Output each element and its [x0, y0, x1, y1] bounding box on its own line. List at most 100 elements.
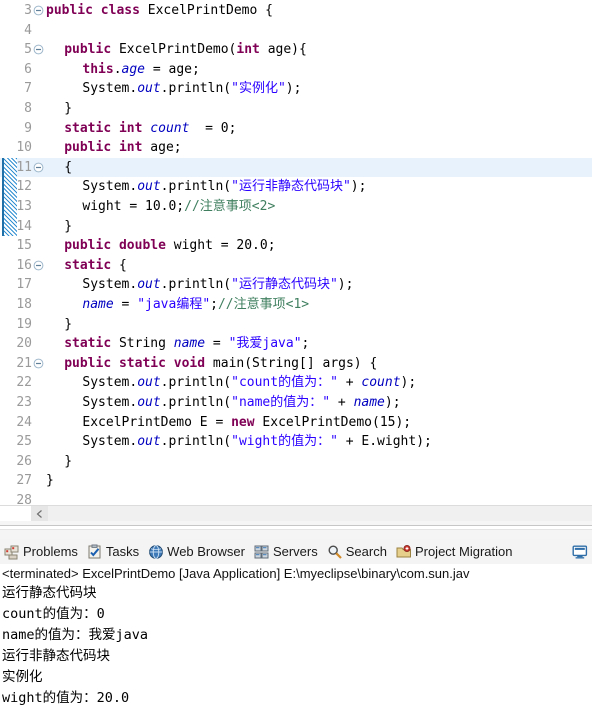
line-gutter[interactable]: 17 — [0, 275, 46, 295]
fold-collapse-icon[interactable] — [33, 5, 44, 16]
code-line[interactable]: 16 static { — [0, 256, 592, 276]
code-line[interactable]: 18 name = "java编程";//注意事项<1> — [0, 295, 592, 315]
code-line[interactable]: 6 this.age = age; — [0, 60, 592, 80]
fold-collapse-icon[interactable] — [33, 162, 44, 173]
fold-collapse-icon[interactable] — [33, 358, 44, 369]
view-tab-problems[interactable]: Problems — [0, 539, 83, 564]
fold-collapse-icon[interactable] — [33, 44, 44, 55]
code-text[interactable]: public double wight = 20.0; — [46, 236, 275, 256]
code-token: static — [64, 120, 112, 136]
code-text[interactable]: static String name = "我爱java"; — [46, 334, 309, 354]
code-text[interactable]: } — [46, 471, 54, 491]
code-line[interactable]: 24 ExcelPrintDemo E = new ExcelPrintDemo(… — [0, 413, 592, 433]
line-gutter[interactable]: 6 — [0, 60, 46, 80]
code-line[interactable]: 8} — [0, 99, 592, 119]
line-number: 28 — [16, 493, 32, 508]
code-line[interactable]: 9 static int count = 0; — [0, 119, 592, 139]
editor-horizontal-scrollbar[interactable] — [0, 505, 592, 521]
line-gutter[interactable]: 22 — [0, 373, 46, 393]
console-icon[interactable] — [570, 539, 590, 564]
code-text[interactable]: } — [46, 315, 72, 335]
bottom-view-tab-bar[interactable]: Problems Tasks Web Browser Servers Search Pro… — [0, 539, 592, 565]
code-token: main(String[] args) { — [205, 355, 378, 371]
line-gutter[interactable]: 26 — [0, 452, 46, 472]
code-text[interactable]: public static void main(String[] args) { — [46, 354, 377, 374]
line-gutter[interactable]: 19 — [0, 315, 46, 335]
console-view[interactable]: <terminated> ExcelPrintDemo [Java Applic… — [0, 564, 592, 718]
view-tab-web-browser[interactable]: Web Browser — [144, 539, 250, 564]
view-tab-project-migration[interactable]: Project Migration — [392, 539, 518, 564]
code-line[interactable]: 22 System.out.println("count的值为：" + count… — [0, 373, 592, 393]
code-line[interactable]: 11{ — [0, 157, 592, 178]
code-line[interactable]: 27} — [0, 471, 592, 491]
code-line[interactable]: 3 public class ExcelPrintDemo { — [0, 1, 592, 21]
code-line[interactable]: 25 System.out.println("wight的值为：" + E.wig… — [0, 432, 592, 452]
line-gutter[interactable]: 24 — [0, 413, 46, 433]
scrollbar-trough[interactable] — [31, 506, 592, 521]
code-line[interactable]: 26} — [0, 452, 592, 472]
view-tab-tasks[interactable]: Tasks — [83, 539, 144, 564]
code-line[interactable]: 5 public ExcelPrintDemo(int age){ — [0, 40, 592, 60]
code-text[interactable]: System.out.println("运行静态代码块"); — [46, 275, 353, 295]
code-text[interactable]: this.age = age; — [46, 60, 199, 80]
code-text[interactable]: System.out.println("运行非静态代码块"); — [46, 177, 366, 197]
code-line[interactable]: 19} — [0, 315, 592, 335]
code-text[interactable]: System.out.println("count的值为：" + count); — [46, 373, 416, 393]
line-gutter[interactable]: 9 — [0, 119, 46, 139]
view-tab-servers[interactable]: Servers — [250, 539, 323, 564]
line-gutter[interactable]: 28 — [0, 491, 46, 511]
code-text[interactable]: public ExcelPrintDemo(int age){ — [46, 40, 307, 60]
code-token: "wight的值为：" — [231, 434, 338, 450]
line-gutter[interactable]: 23 — [0, 393, 46, 413]
line-gutter[interactable]: 3 — [0, 1, 46, 21]
line-gutter[interactable]: 20 — [0, 334, 46, 354]
code-text[interactable]: public class ExcelPrintDemo { — [46, 1, 273, 21]
line-gutter[interactable]: 18 — [0, 295, 46, 315]
code-text[interactable]: } — [46, 217, 72, 237]
line-gutter[interactable]: 4 — [0, 21, 46, 41]
code-text[interactable]: static int count = 0; — [46, 119, 236, 139]
line-gutter[interactable]: 16 — [0, 256, 46, 276]
editor-panel-divider[interactable] — [0, 521, 592, 539]
code-editor[interactable]: 3 public class ExcelPrintDemo {4 5 public E… — [0, 0, 592, 521]
code-text[interactable]: public int age; — [46, 138, 181, 158]
code-text[interactable]: ExcelPrintDemo E = new ExcelPrintDemo(15… — [46, 413, 411, 433]
code-token: out — [137, 277, 161, 293]
fold-collapse-icon[interactable] — [33, 260, 44, 271]
annotation-ruler-marker[interactable] — [2, 157, 17, 237]
code-token: System. — [82, 375, 138, 391]
code-line[interactable]: 4 — [0, 21, 592, 41]
code-line[interactable]: 17 System.out.println("运行静态代码块"); — [0, 275, 592, 295]
code-text[interactable]: name = "java编程";//注意事项<1> — [46, 295, 309, 315]
code-line[interactable]: 14} — [0, 217, 592, 237]
code-line[interactable]: 10 public int age; — [0, 138, 592, 158]
code-line[interactable]: 15 public double wight = 20.0; — [0, 236, 592, 256]
code-token: ExcelPrintDemo { — [139, 3, 273, 18]
line-gutter[interactable]: 25 — [0, 432, 46, 452]
code-line[interactable]: 21 public static void main(String[] args)… — [0, 354, 592, 374]
line-gutter[interactable]: 10 — [0, 138, 46, 158]
line-gutter[interactable]: 7 — [0, 79, 46, 99]
code-line[interactable]: 23 System.out.println("name的值为：" + name); — [0, 393, 592, 413]
line-gutter[interactable]: 27 — [0, 471, 46, 491]
line-gutter[interactable]: 5 — [0, 40, 46, 60]
code-line[interactable]: 13 wight = 10.0;//注意事项<2> — [0, 197, 592, 217]
code-text[interactable]: } — [46, 99, 72, 119]
view-tab-search[interactable]: Search — [323, 539, 392, 564]
code-text[interactable]: System.out.println("name的值为：" + name); — [46, 393, 400, 413]
code-text[interactable]: System.out.println("wight的值为：" + E.wight… — [46, 432, 431, 452]
code-text[interactable]: System.out.println("实例化"); — [46, 79, 301, 99]
code-line[interactable]: 7 System.out.println("实例化"); — [0, 79, 592, 99]
code-text[interactable]: } — [46, 452, 72, 472]
code-text[interactable]: static { — [46, 256, 127, 276]
code-text[interactable]: { — [46, 158, 72, 178]
code-line[interactable]: 12 System.out.println("运行非静态代码块"); — [0, 177, 592, 197]
sash-handle[interactable] — [0, 525, 592, 530]
code-text[interactable]: wight = 10.0;//注意事项<2> — [46, 197, 275, 217]
code-token: static — [64, 336, 112, 352]
code-line[interactable]: 20 static String name = "我爱java"; — [0, 334, 592, 354]
line-gutter[interactable]: 8 — [0, 99, 46, 119]
line-gutter[interactable]: 15 — [0, 236, 46, 256]
line-gutter[interactable]: 21 — [0, 354, 46, 374]
code-token: . — [113, 61, 122, 77]
